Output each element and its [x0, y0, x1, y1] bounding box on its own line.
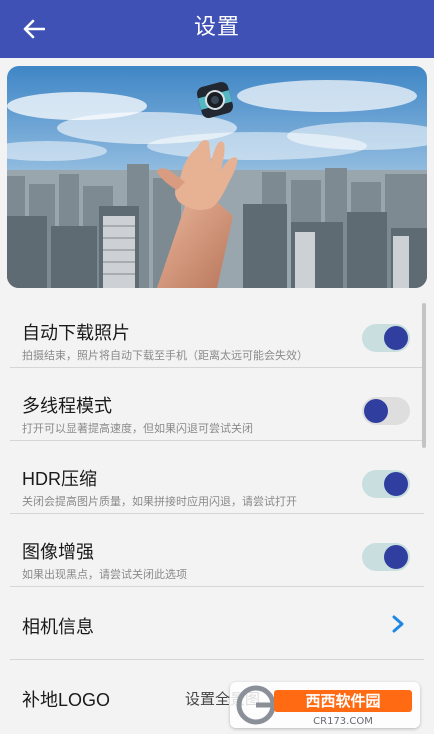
svg-text:CR173.COM: CR173.COM — [313, 716, 373, 727]
toggle-knob — [384, 472, 408, 496]
scrollbar[interactable] — [422, 303, 426, 448]
page-title: 设置 — [193, 14, 240, 39]
hero-image — [7, 66, 427, 288]
watermark-logo: 西西软件园 CR173.COM — [230, 682, 420, 728]
image-enhance-toggle[interactable] — [362, 543, 410, 571]
hdr-compress-toggle[interactable] — [362, 470, 410, 498]
multithread-toggle[interactable] — [362, 397, 410, 425]
setting-title: HDR压缩 — [22, 469, 97, 489]
toggle-knob — [364, 399, 388, 423]
chevron-right-icon[interactable] — [388, 614, 408, 634]
setting-title: 多线程模式 — [22, 396, 112, 416]
setting-auto-download[interactable]: 自动下载照片 拍摄结束，照片将自动下载至手机（距离太远可能会失效） — [10, 295, 424, 368]
toggle-knob — [384, 326, 408, 350]
setting-subtitle: 拍摄结束，照片将自动下载至手机（距离太远可能会失效） — [22, 350, 308, 362]
setting-subtitle: 打开可以显著提高速度，但如果闪退可尝试关闭 — [22, 423, 253, 435]
setting-subtitle: 关闭会提高图片质量，如果拼接时应用闪退，请尝试打开 — [22, 496, 297, 508]
watermark-graphic: 西西软件园 CR173.COM — [236, 685, 412, 727]
setting-image-enhance[interactable]: 图像增强 如果出现黑点，请尝试关闭此选项 — [10, 514, 424, 587]
setting-subtitle: 如果出现黑点，请尝试关闭此选项 — [22, 569, 187, 581]
setting-title: 自动下载照片 — [22, 323, 130, 343]
settings-list: 自动下载照片 拍摄结束，照片将自动下载至手机（距离太远可能会失效） 多线程模式 … — [0, 295, 434, 733]
auto-download-toggle[interactable] — [362, 324, 410, 352]
setting-title: 图像增强 — [22, 542, 94, 562]
svg-text:西西软件园: 西西软件园 — [305, 692, 380, 710]
setting-title: 补地LOGO — [22, 690, 111, 710]
setting-title: 相机信息 — [22, 617, 94, 637]
hero-photo — [7, 66, 427, 288]
setting-camera-info[interactable]: 相机信息 — [10, 587, 424, 660]
app-bar: 设置 — [0, 0, 434, 58]
setting-hdr-compress[interactable]: HDR压缩 关闭会提高图片质量，如果拼接时应用闪退，请尝试打开 — [10, 441, 424, 514]
setting-multithread[interactable]: 多线程模式 打开可以显著提高速度，但如果闪退可尝试关闭 — [10, 368, 424, 441]
toggle-knob — [384, 545, 408, 569]
